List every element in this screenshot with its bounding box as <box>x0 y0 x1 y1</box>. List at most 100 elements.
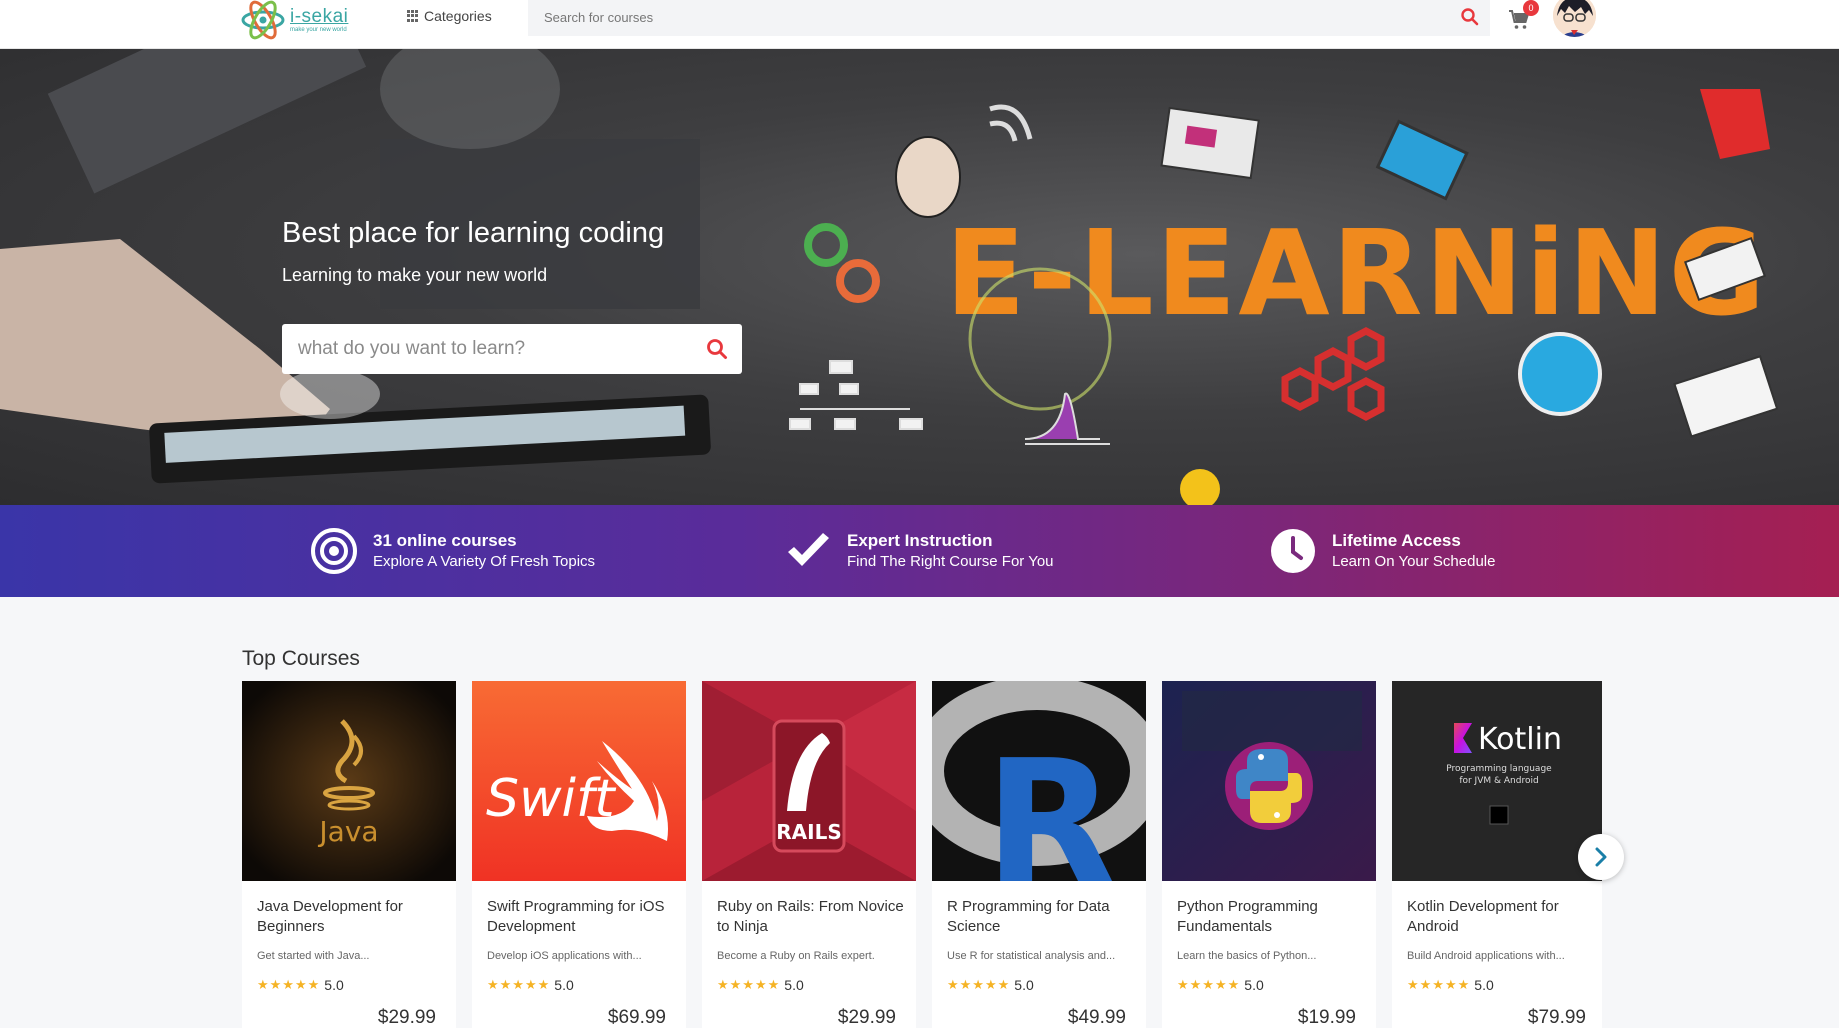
course-price: $29.99 <box>837 1007 896 1028</box>
hero-title: Best place for learning coding <box>282 217 665 249</box>
rating-value: 5.0 <box>784 977 804 993</box>
star-rating-icon: ★★★★★ <box>947 977 1011 992</box>
r-logo-icon: R <box>932 681 1146 881</box>
course-description: Develop iOS applications with... <box>487 950 642 962</box>
feature-instruction: Expert Instruction Find The Right Course… <box>785 505 1054 597</box>
feature-subtitle: Find The Right Course For You <box>847 553 1054 570</box>
course-card[interactable]: R R Programming for Data Science Use R f… <box>932 681 1146 1028</box>
course-rating: ★★★★★ 5.0 <box>717 977 804 993</box>
course-rating: ★★★★★ 5.0 <box>1407 977 1494 993</box>
user-avatar[interactable] <box>1553 0 1596 37</box>
course-card[interactable]: Swift Swift Programming for iOS Developm… <box>472 681 686 1028</box>
thumb-label: Kotlin <box>1478 722 1562 757</box>
hero-search-input[interactable] <box>298 336 678 362</box>
section-title-top-courses: Top Courses <box>242 647 360 670</box>
course-card[interactable]: Python Programming Fundamentals Learn th… <box>1162 681 1376 1028</box>
features-band: 31 online courses Explore A Variety Of F… <box>0 505 1839 597</box>
feature-subtitle: Learn On Your Schedule <box>1332 553 1496 570</box>
course-thumbnail: Swift <box>472 681 686 881</box>
course-thumbnail: RAILS <box>702 681 916 881</box>
hero-search-box <box>282 324 742 374</box>
atom-logo-icon <box>241 0 285 40</box>
feature-title: Expert Instruction <box>847 531 993 550</box>
course-thumbnail: Kotlin Programming language for JVM & An… <box>1392 681 1602 881</box>
star-rating-icon: ★★★★★ <box>257 977 321 992</box>
course-thumbnail: R <box>932 681 1146 881</box>
star-rating-icon: ★★★★★ <box>717 977 781 992</box>
feature-title: Lifetime Access <box>1332 531 1461 550</box>
course-description: Get started with Java... <box>257 950 370 962</box>
course-title[interactable]: Swift Programming for iOS Development <box>487 897 677 937</box>
rating-value: 5.0 <box>1474 977 1494 993</box>
site-logo[interactable]: i-sekai make your new world <box>240 0 348 40</box>
feature-access: Lifetime Access Learn On Your Schedule <box>1270 505 1495 597</box>
thumb-sub1: Programming language <box>1446 764 1552 774</box>
kotlin-logo-icon: Kotlin Programming language for JVM & An… <box>1392 681 1602 881</box>
hero-search-icon[interactable] <box>706 338 728 360</box>
thumb-label: Java <box>317 815 378 848</box>
clock-icon <box>1271 529 1315 573</box>
rails-logo-icon: RAILS <box>702 681 916 881</box>
cart-button[interactable]: 0 <box>1508 0 1539 30</box>
carousel-next-button[interactable] <box>1578 834 1624 880</box>
java-logo-icon: Java <box>242 681 456 881</box>
thumb-sub2: for JVM & Android <box>1459 776 1538 786</box>
course-description: Build Android applications with... <box>1407 950 1565 962</box>
categories-label: Categories <box>424 8 492 24</box>
course-rating: ★★★★★ 5.0 <box>487 977 574 993</box>
e-learning-illustration: E-LEARNiNG <box>0 49 1779 505</box>
feature-courses: 31 online courses Explore A Variety Of F… <box>311 505 595 597</box>
star-rating-icon: ★★★★★ <box>1407 977 1471 992</box>
course-thumbnail: Java <box>242 681 456 881</box>
course-description: Use R for statistical analysis and... <box>947 950 1116 962</box>
course-description: Learn the basics of Python... <box>1177 950 1317 962</box>
feature-subtitle: Explore A Variety Of Fresh Topics <box>373 553 596 570</box>
course-title[interactable]: Kotlin Development for Android <box>1407 897 1597 937</box>
star-rating-icon: ★★★★★ <box>1177 977 1241 992</box>
chevron-right-icon <box>1595 847 1607 867</box>
logo-name: i-sekai <box>290 5 349 27</box>
course-price: $19.99 <box>1297 1007 1356 1028</box>
hero-subtitle: Learning to make your new world <box>282 265 548 285</box>
categories-menu[interactable]: Categories <box>407 6 492 26</box>
course-rating: ★★★★★ 5.0 <box>257 977 344 993</box>
top-navbar: i-sekai make your new world Categories 0 <box>0 0 1839 49</box>
course-price: $49.99 <box>1067 1007 1126 1028</box>
thumb-label: R <box>985 724 1116 881</box>
course-rating: ★★★★★ 5.0 <box>1177 977 1264 993</box>
feature-title: 31 online courses <box>373 531 517 550</box>
course-title[interactable]: Python Programming Fundamentals <box>1177 897 1367 937</box>
rating-value: 5.0 <box>324 977 344 993</box>
hero-banner: E-LEARNiNG Best place for learning codin… <box>0 49 1839 505</box>
course-description: Become a Ruby on Rails expert. <box>717 950 875 962</box>
course-price: $29.99 <box>377 1007 436 1028</box>
course-title[interactable]: R Programming for Data Science <box>947 897 1137 937</box>
course-title[interactable]: Ruby on Rails: From Novice to Ninja <box>717 897 907 937</box>
python-logo-icon <box>1162 681 1376 881</box>
avatar-icon <box>1553 0 1596 37</box>
courses-carousel: Java Java Development for Beginners Get … <box>242 681 1602 1028</box>
grid-icon <box>407 10 419 22</box>
search-icon[interactable] <box>1460 7 1480 27</box>
course-price: $69.99 <box>607 1007 666 1028</box>
header-search <box>528 0 1490 36</box>
thumb-label: RAILS <box>776 820 841 844</box>
rating-value: 5.0 <box>554 977 574 993</box>
swift-logo-icon: Swift <box>472 681 686 881</box>
banner-text: E-LEARNiNG <box>945 204 1767 342</box>
course-card[interactable]: Kotlin Programming language for JVM & An… <box>1392 681 1602 1028</box>
cart-count-badge: 0 <box>1523 0 1539 16</box>
logo-tagline: make your new world <box>290 26 347 33</box>
checkmark-icon <box>788 533 829 566</box>
rating-value: 5.0 <box>1014 977 1034 993</box>
course-rating: ★★★★★ 5.0 <box>947 977 1034 993</box>
course-thumbnail <box>1162 681 1376 881</box>
course-card[interactable]: Java Java Development for Beginners Get … <box>242 681 456 1028</box>
course-title[interactable]: Java Development for Beginners <box>257 897 447 937</box>
star-rating-icon: ★★★★★ <box>487 977 551 992</box>
header-search-input[interactable] <box>544 6 1424 28</box>
course-price: $79.99 <box>1527 1007 1586 1028</box>
rating-value: 5.0 <box>1244 977 1264 993</box>
target-icon <box>311 528 357 574</box>
course-card[interactable]: RAILS Ruby on Rails: From Novice to Ninj… <box>702 681 916 1028</box>
